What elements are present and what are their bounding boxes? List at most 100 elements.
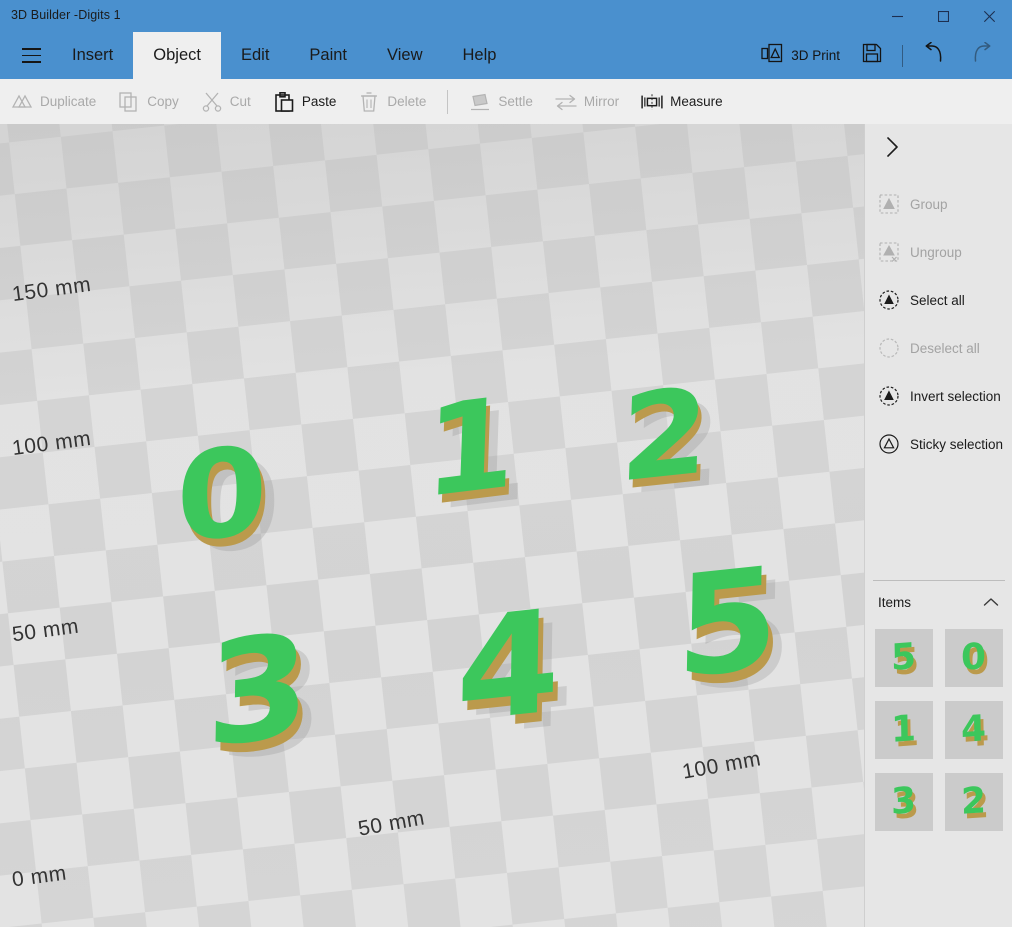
tab-edit[interactable]: Edit bbox=[221, 32, 289, 79]
mirror-button: Mirror bbox=[544, 79, 630, 124]
model-face: 4 bbox=[455, 591, 561, 744]
model-digit-3[interactable]: 3 3 3 bbox=[205, 613, 311, 768]
toolbar-divider bbox=[902, 45, 903, 67]
model-face: 1 bbox=[422, 380, 518, 517]
sidebar-item-sticky-selection[interactable]: Sticky selection bbox=[865, 420, 1012, 468]
sidebar-item-deselect-all: Deselect all bbox=[865, 324, 1012, 372]
save-icon bbox=[862, 43, 882, 68]
3d-print-button[interactable]: 3D Print bbox=[750, 32, 851, 79]
model-digit-1[interactable]: 1 1 1 bbox=[422, 380, 518, 517]
tab-insert[interactable]: Insert bbox=[52, 32, 133, 79]
item-thumbnail[interactable]: 3 3 bbox=[875, 773, 933, 831]
cut-button: Cut bbox=[190, 79, 262, 124]
delete-icon bbox=[358, 91, 380, 113]
measure-icon bbox=[641, 91, 663, 113]
select-all-icon bbox=[879, 290, 899, 310]
thumbnail-digit-top: 2 bbox=[961, 780, 987, 823]
deselect-all-icon bbox=[879, 338, 899, 358]
minimize-button[interactable] bbox=[874, 0, 920, 32]
thumbnail-digit-face: 5 5 bbox=[891, 639, 917, 677]
sidebar-label-select-all: Select all bbox=[910, 293, 965, 308]
3d-print-label: 3D Print bbox=[791, 48, 840, 63]
model-digit-0[interactable]: 0 0 0 bbox=[176, 429, 267, 561]
cut-icon bbox=[201, 91, 223, 113]
sidebar-expand-button[interactable] bbox=[875, 132, 909, 166]
copy-button: Copy bbox=[107, 79, 190, 124]
items-divider bbox=[873, 580, 1005, 581]
settle-label: Settle bbox=[498, 94, 533, 109]
items-thumbnail-grid: 5 5 0 0 1 1 4 4 3 3 bbox=[875, 629, 1003, 831]
paste-button[interactable]: Paste bbox=[262, 79, 348, 124]
model-face: 3 bbox=[205, 613, 311, 768]
copy-icon bbox=[118, 91, 140, 113]
command-toolbar: Duplicate Copy Cut Paste Delete Settle bbox=[0, 79, 1012, 124]
window-controls bbox=[874, 0, 1012, 32]
thumbnail-digit-face: 4 4 bbox=[961, 711, 987, 749]
right-sidebar: Group Ungroup Select all bbox=[864, 124, 1012, 927]
chevron-up-icon[interactable] bbox=[982, 593, 1000, 611]
maximize-button[interactable] bbox=[920, 0, 966, 32]
sidebar-label-ungroup: Ungroup bbox=[910, 245, 962, 260]
paste-icon bbox=[273, 91, 295, 113]
tab-paint[interactable]: Paint bbox=[289, 32, 367, 79]
hamburger-menu-icon[interactable] bbox=[8, 32, 54, 79]
delete-label: Delete bbox=[387, 94, 426, 109]
settle-icon bbox=[469, 91, 491, 113]
window-title: 3D Builder -Digits 1 bbox=[11, 8, 121, 22]
duplicate-icon bbox=[11, 91, 33, 113]
ungroup-icon bbox=[879, 242, 899, 262]
save-button[interactable] bbox=[851, 32, 893, 79]
duplicate-label: Duplicate bbox=[40, 94, 96, 109]
ribbon-tabs: Insert Object Edit Paint View Help bbox=[52, 32, 516, 79]
model-face: 2 bbox=[618, 372, 711, 500]
chevron-right-icon bbox=[885, 136, 900, 163]
model-face: 0 bbox=[176, 429, 267, 561]
mirror-label: Mirror bbox=[584, 94, 619, 109]
thumbnail-digit-top: 0 bbox=[961, 636, 987, 679]
sidebar-label-invert-selection: Invert selection bbox=[910, 389, 1001, 404]
item-thumbnail[interactable]: 1 1 bbox=[875, 701, 933, 759]
model-digit-4[interactable]: 4 4 4 bbox=[455, 591, 561, 744]
measure-label: Measure bbox=[670, 94, 723, 109]
title-bar: 3D Builder -Digits 1 bbox=[0, 0, 1012, 32]
paste-label: Paste bbox=[302, 94, 337, 109]
sidebar-item-group: Group bbox=[865, 180, 1012, 228]
measure-button[interactable]: Measure bbox=[630, 79, 734, 124]
item-thumbnail[interactable]: 5 5 bbox=[875, 629, 933, 687]
model-digit-2[interactable]: 2 2 2 bbox=[618, 372, 711, 500]
tab-object[interactable]: Object bbox=[133, 32, 221, 79]
model-digit-5[interactable]: 5 5 5 bbox=[675, 548, 780, 699]
redo-button bbox=[958, 32, 1004, 79]
sidebar-label-group: Group bbox=[910, 197, 948, 212]
sidebar-label-deselect-all: Deselect all bbox=[910, 341, 980, 356]
close-button[interactable] bbox=[966, 0, 1012, 32]
undo-button[interactable] bbox=[912, 32, 958, 79]
menu-bar: Insert Object Edit Paint View Help 3D Pr… bbox=[0, 32, 1012, 79]
thumbnail-digit-face: 0 0 bbox=[961, 639, 987, 677]
cut-label: Cut bbox=[230, 94, 251, 109]
mirror-icon bbox=[555, 91, 577, 113]
3d-print-icon bbox=[761, 43, 783, 68]
item-thumbnail[interactable]: 2 2 bbox=[945, 773, 1003, 831]
sidebar-item-select-all[interactable]: Select all bbox=[865, 276, 1012, 324]
duplicate-button: Duplicate bbox=[0, 79, 107, 124]
item-thumbnail[interactable]: 0 0 bbox=[945, 629, 1003, 687]
items-panel-header[interactable]: Items bbox=[865, 587, 1012, 617]
object-menu-list: Group Ungroup Select all bbox=[865, 180, 1012, 468]
items-panel-title: Items bbox=[878, 595, 911, 610]
settle-button: Settle bbox=[458, 79, 544, 124]
toolbar-separator bbox=[447, 90, 448, 114]
tab-help[interactable]: Help bbox=[442, 32, 516, 79]
undo-icon bbox=[923, 42, 947, 69]
3d-viewport[interactable]: 150 mm 100 mm 50 mm 0 mm 50 mm 100 mm 0 … bbox=[0, 124, 864, 927]
thumbnail-digit-face: 1 1 bbox=[891, 711, 917, 749]
item-thumbnail[interactable]: 4 4 bbox=[945, 701, 1003, 759]
thumbnail-digit-top: 1 bbox=[891, 708, 917, 751]
tab-view[interactable]: View bbox=[367, 32, 442, 79]
sidebar-label-sticky-selection: Sticky selection bbox=[910, 437, 1003, 452]
thumbnail-digit-top: 5 bbox=[891, 636, 917, 679]
title-actions: 3D Print bbox=[750, 32, 1004, 79]
delete-button: Delete bbox=[347, 79, 437, 124]
group-icon bbox=[879, 194, 899, 214]
sidebar-item-invert-selection[interactable]: Invert selection bbox=[865, 372, 1012, 420]
